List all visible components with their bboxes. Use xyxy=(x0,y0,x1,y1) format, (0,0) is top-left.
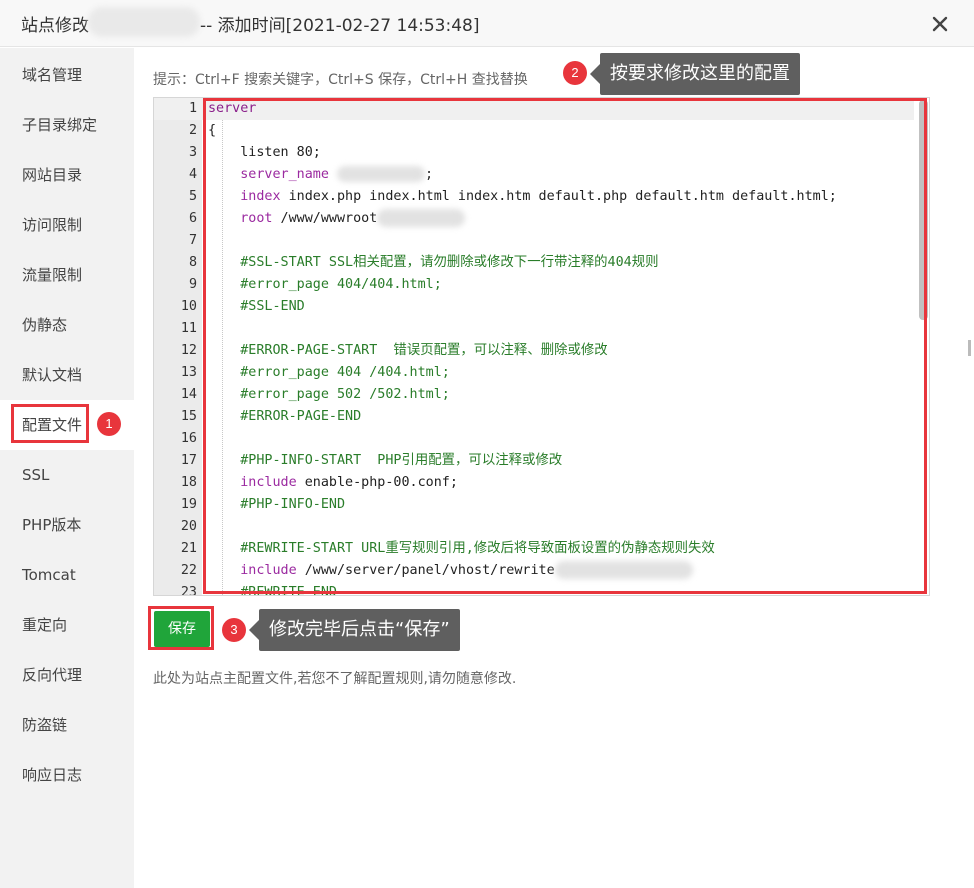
step-badge-2: 2 xyxy=(563,61,587,85)
shortcut-hint: 提示：Ctrl+F 搜索关键字，Ctrl+S 保存，Ctrl+H 查找替换 xyxy=(153,72,528,88)
close-button[interactable] xyxy=(926,10,954,38)
step-badge-1: 1 xyxy=(97,412,121,436)
config-warning-note: 此处为站点主配置文件,若您不了解配置规则,请勿随意修改. xyxy=(153,671,517,687)
sidebar-item-label: 防盗链 xyxy=(22,716,68,734)
sidebar-item-label: 访问限制 xyxy=(22,216,83,234)
sidebar-item-php-version[interactable]: PHP版本 xyxy=(0,500,134,550)
sidebar-item-access-limit[interactable]: 访问限制 xyxy=(0,200,134,250)
highlight-box-config-file xyxy=(11,404,89,443)
dialog-title-prefix: 站点修改 xyxy=(21,16,89,36)
highlight-box-editor xyxy=(203,98,927,594)
page-scroll-edge xyxy=(968,340,971,356)
sidebar-item-subdirectory[interactable]: 子目录绑定 xyxy=(0,100,134,150)
sidebar-item-site-directory[interactable]: 网站目录 xyxy=(0,150,134,200)
dialog-titlebar: 站点修改 -- 添加时间[2021-02-27 14:53:48] xyxy=(0,0,974,47)
save-button[interactable]: 保存 xyxy=(154,611,210,647)
sidebar-item-label: 域名管理 xyxy=(22,66,83,84)
sidebar-item-rewrite[interactable]: 伪静态 xyxy=(0,300,134,350)
sidebar-item-ssl[interactable]: SSL xyxy=(0,450,134,500)
step-badge-3: 3 xyxy=(222,618,246,642)
sidebar-item-label: 默认文档 xyxy=(22,366,83,384)
dialog-title-suffix: -- 添加时间[2021-02-27 14:53:48] xyxy=(200,16,480,36)
sidebar-item-label: 子目录绑定 xyxy=(22,116,98,134)
sidebar-item-label: 伪静态 xyxy=(22,316,68,334)
settings-sidebar: 域名管理 子目录绑定 网站目录 访问限制 流量限制 伪静态 默认文档 配置文件 … xyxy=(0,48,134,888)
sidebar-item-traffic-limit[interactable]: 流量限制 xyxy=(0,250,134,300)
sidebar-item-label: 流量限制 xyxy=(22,266,83,284)
sidebar-item-reverse-proxy[interactable]: 反向代理 xyxy=(0,650,134,700)
sidebar-item-response-log[interactable]: 响应日志 xyxy=(0,750,134,800)
sidebar-item-label: 响应日志 xyxy=(22,766,83,784)
sidebar-item-hotlink[interactable]: 防盗链 xyxy=(0,700,134,750)
sidebar-item-default-doc[interactable]: 默认文档 xyxy=(0,350,134,400)
sidebar-item-tomcat[interactable]: Tomcat xyxy=(0,550,134,600)
sidebar-item-label: 反向代理 xyxy=(22,666,83,684)
close-icon xyxy=(932,16,948,32)
sidebar-item-label: PHP版本 xyxy=(22,516,82,534)
redacted-site-name xyxy=(88,7,200,37)
sidebar-item-label: Tomcat xyxy=(22,566,76,584)
sidebar-item-domains[interactable]: 域名管理 xyxy=(0,50,134,100)
sidebar-item-redirect[interactable]: 重定向 xyxy=(0,600,134,650)
sidebar-item-label: 网站目录 xyxy=(22,166,83,184)
sidebar-item-label: 重定向 xyxy=(22,616,68,634)
callout-edit-config: 按要求修改这里的配置 xyxy=(590,53,800,95)
callout-click-save: 修改完毕后点击“保存” xyxy=(249,609,460,651)
sidebar-item-label: SSL xyxy=(22,466,50,484)
